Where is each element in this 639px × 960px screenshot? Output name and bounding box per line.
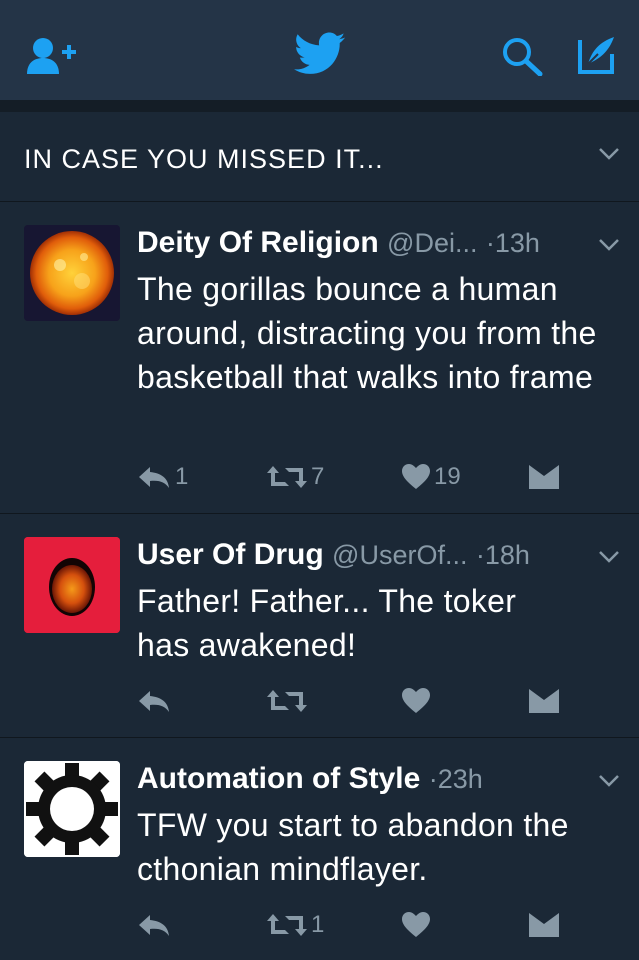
tweet-text: The gorillas bounce a human around, dist… (137, 271, 597, 395)
chevron-down-icon[interactable] (597, 773, 621, 789)
like-button[interactable] (402, 905, 434, 945)
tweet-time: 23h (437, 764, 483, 794)
display-name[interactable]: User Of Drug (137, 538, 324, 571)
navbar-divider (0, 100, 639, 112)
user-handle[interactable]: @Dei... (387, 228, 477, 258)
sun-avatar-icon (24, 225, 120, 321)
avatar[interactable] (24, 225, 120, 321)
compose-tweet-icon[interactable] (574, 34, 618, 76)
tweet-actions: 1 (137, 905, 577, 945)
tweet-time: 18h (484, 540, 530, 570)
like-count: 19 (434, 463, 461, 490)
retweet-button[interactable] (267, 681, 311, 721)
heart-icon (402, 688, 430, 713)
envelope-icon (529, 689, 559, 713)
icymi-header[interactable]: IN CASE YOU MISSED IT... (0, 112, 639, 202)
avatar[interactable] (24, 537, 120, 633)
tweet-text: TFW you start to abandon the cthonian mi… (137, 807, 569, 887)
like-button[interactable] (402, 681, 434, 721)
separator-dot: · (428, 764, 438, 794)
tweet-header: Automation of Style ·23h (137, 759, 579, 799)
heart-icon (402, 464, 430, 489)
separator-dot: · (475, 540, 485, 570)
retweet-icon (267, 914, 307, 936)
share-dm-button[interactable] (529, 905, 559, 945)
retweet-button[interactable]: 1 (267, 905, 324, 945)
search-icon[interactable] (500, 36, 544, 76)
reply-count: 1 (175, 463, 189, 490)
user-handle[interactable]: @UserOf... (332, 540, 467, 570)
reply-button[interactable] (137, 905, 175, 945)
reply-button[interactable]: 1 (137, 457, 188, 497)
share-dm-button[interactable] (529, 681, 559, 721)
display-name[interactable]: Deity Of Religion (137, 226, 379, 259)
retweet-count: 1 (311, 911, 325, 938)
reply-button[interactable] (137, 681, 175, 721)
tweet-actions (137, 681, 577, 721)
tweet-text: Father! Father... The toker has awakened… (137, 583, 517, 663)
gear-avatar-icon (24, 761, 120, 857)
tweet-header: User Of Drug @UserOf... ·18h (137, 535, 579, 575)
chevron-down-icon[interactable] (597, 146, 621, 162)
like-button[interactable]: 19 (402, 457, 461, 497)
top-navbar (0, 0, 639, 100)
tweet-time: 13h (494, 228, 540, 258)
twitter-bird-icon[interactable] (294, 32, 346, 76)
chevron-down-icon[interactable] (597, 549, 621, 565)
avatar[interactable] (24, 761, 120, 857)
tweet-header: Deity Of Religion @Dei... ·13h (137, 223, 579, 263)
share-dm-button[interactable] (529, 457, 559, 497)
reply-icon (139, 467, 169, 488)
section-title: IN CASE YOU MISSED IT... (24, 144, 384, 174)
tweet[interactable]: Automation of Style ·23h TFW you start t… (0, 739, 639, 960)
tweet[interactable]: Deity Of Religion @Dei... ·13h The goril… (0, 203, 639, 514)
retweet-button[interactable]: 7 (267, 457, 324, 497)
retweet-count: 7 (311, 463, 325, 490)
reply-icon (139, 915, 169, 936)
egg-sun-avatar-icon (24, 537, 120, 633)
heart-icon (402, 912, 430, 937)
envelope-icon (529, 465, 559, 489)
display-name[interactable]: Automation of Style (137, 762, 420, 795)
separator-dot: · (485, 228, 495, 258)
tweet-actions: 1 7 19 (137, 457, 577, 497)
retweet-icon (267, 466, 307, 488)
envelope-icon (529, 913, 559, 937)
tweet[interactable]: User Of Drug @UserOf... ·18h Father! Fat… (0, 515, 639, 738)
add-user-icon[interactable] (26, 36, 78, 76)
reply-icon (139, 691, 169, 712)
chevron-down-icon[interactable] (597, 237, 621, 253)
retweet-icon (267, 690, 307, 712)
